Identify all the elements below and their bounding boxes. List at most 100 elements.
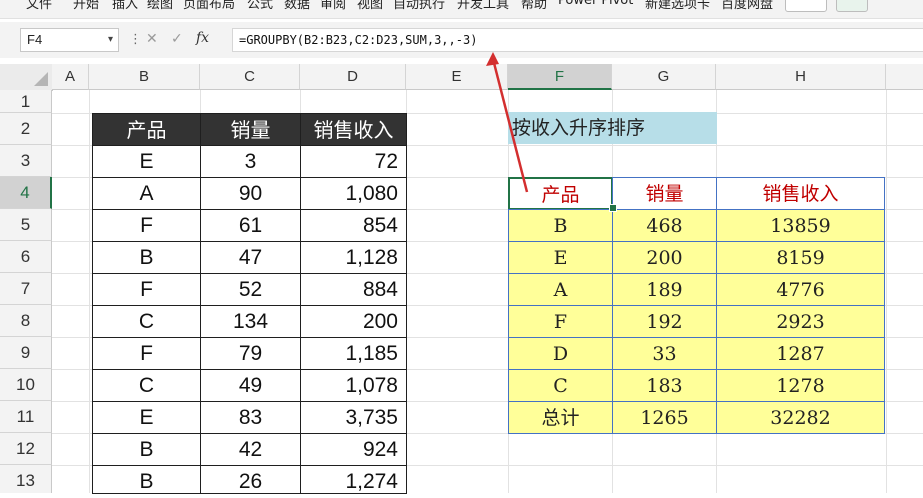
- source-cell-revenue[interactable]: 200: [300, 305, 407, 338]
- column-header-h[interactable]: H: [716, 64, 886, 90]
- tab-new-tab[interactable]: 新建选项卡: [645, 0, 710, 12]
- more-options-icon[interactable]: ⋮: [129, 32, 142, 47]
- tab-home[interactable]: 开始: [73, 0, 99, 12]
- column-header-overflow[interactable]: [886, 64, 923, 90]
- result-cell-product[interactable]: C: [508, 369, 613, 402]
- row-header-11[interactable]: 11: [0, 401, 52, 433]
- column-header-b[interactable]: B: [89, 64, 200, 90]
- result-cell-revenue[interactable]: 13859: [716, 209, 885, 242]
- column-header-g[interactable]: G: [612, 64, 716, 90]
- row-header-13[interactable]: 13: [0, 465, 52, 493]
- source-cell-quantity[interactable]: 49: [200, 369, 301, 402]
- result-cell-product[interactable]: F: [508, 305, 613, 338]
- source-cell-product[interactable]: F: [92, 337, 201, 370]
- enter-icon[interactable]: ✓: [171, 31, 183, 47]
- result-cell-product[interactable]: A: [508, 273, 613, 306]
- fill-handle[interactable]: [609, 204, 617, 212]
- source-cell-product[interactable]: C: [92, 369, 201, 402]
- source-cell-product[interactable]: C: [92, 305, 201, 338]
- result-cell-quantity[interactable]: 189: [612, 273, 717, 306]
- source-cell-revenue[interactable]: 72: [300, 145, 407, 178]
- source-cell-revenue[interactable]: 854: [300, 209, 407, 242]
- result-cell-revenue[interactable]: 1278: [716, 369, 885, 402]
- column-header-c[interactable]: C: [200, 64, 300, 90]
- source-header-product[interactable]: 产品: [92, 113, 201, 146]
- name-box[interactable]: F4 ▾: [20, 28, 119, 52]
- row-header-1[interactable]: 1: [0, 90, 52, 113]
- source-cell-revenue[interactable]: 1,078: [300, 369, 407, 402]
- source-cell-product[interactable]: F: [92, 273, 201, 306]
- source-header-quantity[interactable]: 销量: [200, 113, 301, 146]
- source-cell-product[interactable]: B: [92, 465, 201, 494]
- result-cell-revenue[interactable]: 4776: [716, 273, 885, 306]
- source-cell-quantity[interactable]: 26: [200, 465, 301, 494]
- tab-page-layout[interactable]: 页面布局: [183, 0, 235, 12]
- row-header-8[interactable]: 8: [0, 305, 52, 337]
- result-cell-product[interactable]: E: [508, 241, 613, 274]
- tab-view[interactable]: 视图: [357, 0, 383, 12]
- tab-review[interactable]: 审阅: [320, 0, 346, 12]
- column-header-d[interactable]: D: [300, 64, 406, 90]
- row-header-10[interactable]: 10: [0, 369, 52, 401]
- insert-function-icon[interactable]: fx: [196, 30, 209, 46]
- source-cell-revenue[interactable]: 1,080: [300, 177, 407, 210]
- tab-draw[interactable]: 绘图: [147, 0, 173, 12]
- source-cell-product[interactable]: B: [92, 241, 201, 274]
- result-header-revenue[interactable]: 销售收入: [716, 177, 885, 210]
- source-cell-revenue[interactable]: 924: [300, 433, 407, 466]
- source-cell-quantity[interactable]: 90: [200, 177, 301, 210]
- chevron-down-icon[interactable]: ▾: [108, 29, 113, 51]
- tab-power-pivot[interactable]: Power Pivot: [558, 0, 633, 11]
- result-cell-quantity[interactable]: 468: [612, 209, 717, 242]
- source-cell-quantity[interactable]: 47: [200, 241, 301, 274]
- result-cell-revenue[interactable]: 32282: [716, 401, 885, 434]
- source-cell-product[interactable]: F: [92, 209, 201, 242]
- result-cell-product[interactable]: D: [508, 337, 613, 370]
- source-cell-revenue[interactable]: 1,185: [300, 337, 407, 370]
- source-cell-quantity[interactable]: 79: [200, 337, 301, 370]
- source-cell-revenue[interactable]: 3,735: [300, 401, 407, 434]
- source-cell-product[interactable]: B: [92, 433, 201, 466]
- result-header-quantity[interactable]: 销量: [612, 177, 717, 210]
- source-cell-quantity[interactable]: 52: [200, 273, 301, 306]
- source-cell-quantity[interactable]: 61: [200, 209, 301, 242]
- row-header-12[interactable]: 12: [0, 433, 52, 465]
- tab-insert[interactable]: 插入: [112, 0, 138, 12]
- column-header-a[interactable]: A: [52, 64, 89, 90]
- tab-formulas[interactable]: 公式: [247, 0, 273, 12]
- select-all-button[interactable]: [0, 64, 53, 91]
- row-header-5[interactable]: 5: [0, 209, 52, 241]
- source-header-revenue[interactable]: 销售收入: [300, 113, 407, 146]
- source-cell-product[interactable]: A: [92, 177, 201, 210]
- row-header-6[interactable]: 6: [0, 241, 52, 273]
- source-cell-product[interactable]: E: [92, 145, 201, 178]
- source-cell-quantity[interactable]: 134: [200, 305, 301, 338]
- result-cell-quantity[interactable]: 33: [612, 337, 717, 370]
- sort-note-cell[interactable]: 按收入升序排序: [508, 112, 717, 144]
- column-header-f[interactable]: F: [508, 64, 612, 90]
- result-cell-revenue[interactable]: 2923: [716, 305, 885, 338]
- source-cell-quantity[interactable]: 42: [200, 433, 301, 466]
- result-cell-revenue[interactable]: 8159: [716, 241, 885, 274]
- result-cell-quantity[interactable]: 183: [612, 369, 717, 402]
- tab-file[interactable]: 文件: [26, 0, 52, 12]
- source-cell-revenue[interactable]: 1,128: [300, 241, 407, 274]
- row-header-7[interactable]: 7: [0, 273, 52, 305]
- source-cell-product[interactable]: E: [92, 401, 201, 434]
- tab-baidu-netdisk[interactable]: 百度网盘: [721, 0, 773, 12]
- result-cell-product[interactable]: B: [508, 209, 613, 242]
- source-cell-revenue[interactable]: 1,274: [300, 465, 407, 494]
- source-cell-quantity[interactable]: 3: [200, 145, 301, 178]
- row-header-4[interactable]: 4: [0, 177, 52, 209]
- tab-help[interactable]: 帮助: [521, 0, 547, 12]
- share-button[interactable]: [836, 0, 868, 12]
- result-cell-revenue[interactable]: 1287: [716, 337, 885, 370]
- tab-data[interactable]: 数据: [284, 0, 310, 12]
- column-header-e[interactable]: E: [406, 64, 508, 90]
- row-header-3[interactable]: 3: [0, 145, 52, 177]
- result-cell-product[interactable]: 总计: [508, 401, 613, 434]
- result-cell-quantity[interactable]: 192: [612, 305, 717, 338]
- result-header-product[interactable]: 产品: [508, 177, 613, 210]
- source-cell-revenue[interactable]: 884: [300, 273, 407, 306]
- tab-developer[interactable]: 开发工具: [457, 0, 509, 12]
